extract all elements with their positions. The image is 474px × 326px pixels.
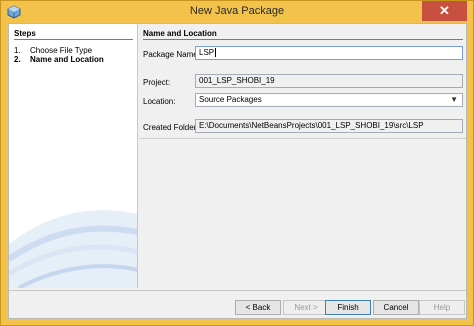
step-choose-file-type: 1. Choose File Type	[14, 46, 92, 55]
step-label: Name and Location	[30, 55, 104, 64]
created-folder-label: Created Folder:	[143, 123, 199, 132]
package-name-input[interactable]: LSP	[195, 46, 463, 60]
project-field: 001_LSP_SHOBI_19	[195, 74, 463, 88]
location-value: Source Packages	[199, 95, 262, 104]
section-title: Name and Location	[143, 29, 217, 38]
window-title: New Java Package	[189, 5, 285, 17]
project-label: Project:	[143, 78, 171, 87]
decorative-swoosh-graphic	[9, 210, 137, 288]
step-label: Choose File Type	[30, 46, 93, 55]
close-button[interactable]: ✕	[422, 1, 467, 21]
project-value: 001_LSP_SHOBI_19	[199, 76, 275, 85]
chevron-down-icon: ▼	[450, 95, 458, 104]
location-label: Location:	[143, 97, 176, 106]
dialog-window: New Java Package ✕ Steps 1. Choose File T…	[0, 0, 474, 326]
help-button[interactable]: Help	[419, 300, 465, 315]
created-folder-field: E:\Documents\NetBeansProjects\001_LSP_SH…	[195, 119, 463, 133]
package-name-value: LSP	[199, 48, 215, 57]
cancel-button[interactable]: Cancel	[373, 300, 419, 315]
steps-panel: Steps 1. Choose File Type 2. Name and Loca…	[9, 24, 138, 288]
location-dropdown[interactable]: Source Packages ▼	[195, 93, 463, 107]
button-bar-divider	[9, 290, 466, 291]
title-bar[interactable]: New Java Package ✕	[1, 1, 473, 23]
dialog-body: Steps 1. Choose File Type 2. Name and Loca…	[8, 23, 467, 319]
back-button[interactable]: < Back	[235, 300, 281, 315]
form-panel: Name and Location Package Name: LSP Proj…	[139, 24, 466, 288]
step-number: 2.	[14, 55, 21, 64]
steps-heading: Steps	[14, 29, 36, 38]
step-name-and-location: 2. Name and Location	[14, 55, 104, 64]
finish-button[interactable]: Finish	[325, 300, 371, 315]
content-divider	[139, 138, 466, 139]
next-button[interactable]: Next >	[283, 300, 329, 315]
step-number: 1.	[14, 46, 21, 55]
created-folder-value: E:\Documents\NetBeansProjects\001_LSP_SH…	[199, 121, 424, 130]
steps-divider	[14, 39, 133, 40]
package-name-label: Package Name:	[143, 50, 200, 59]
section-divider	[143, 39, 463, 40]
close-icon: ✕	[439, 3, 450, 18]
text-cursor	[215, 48, 217, 58]
